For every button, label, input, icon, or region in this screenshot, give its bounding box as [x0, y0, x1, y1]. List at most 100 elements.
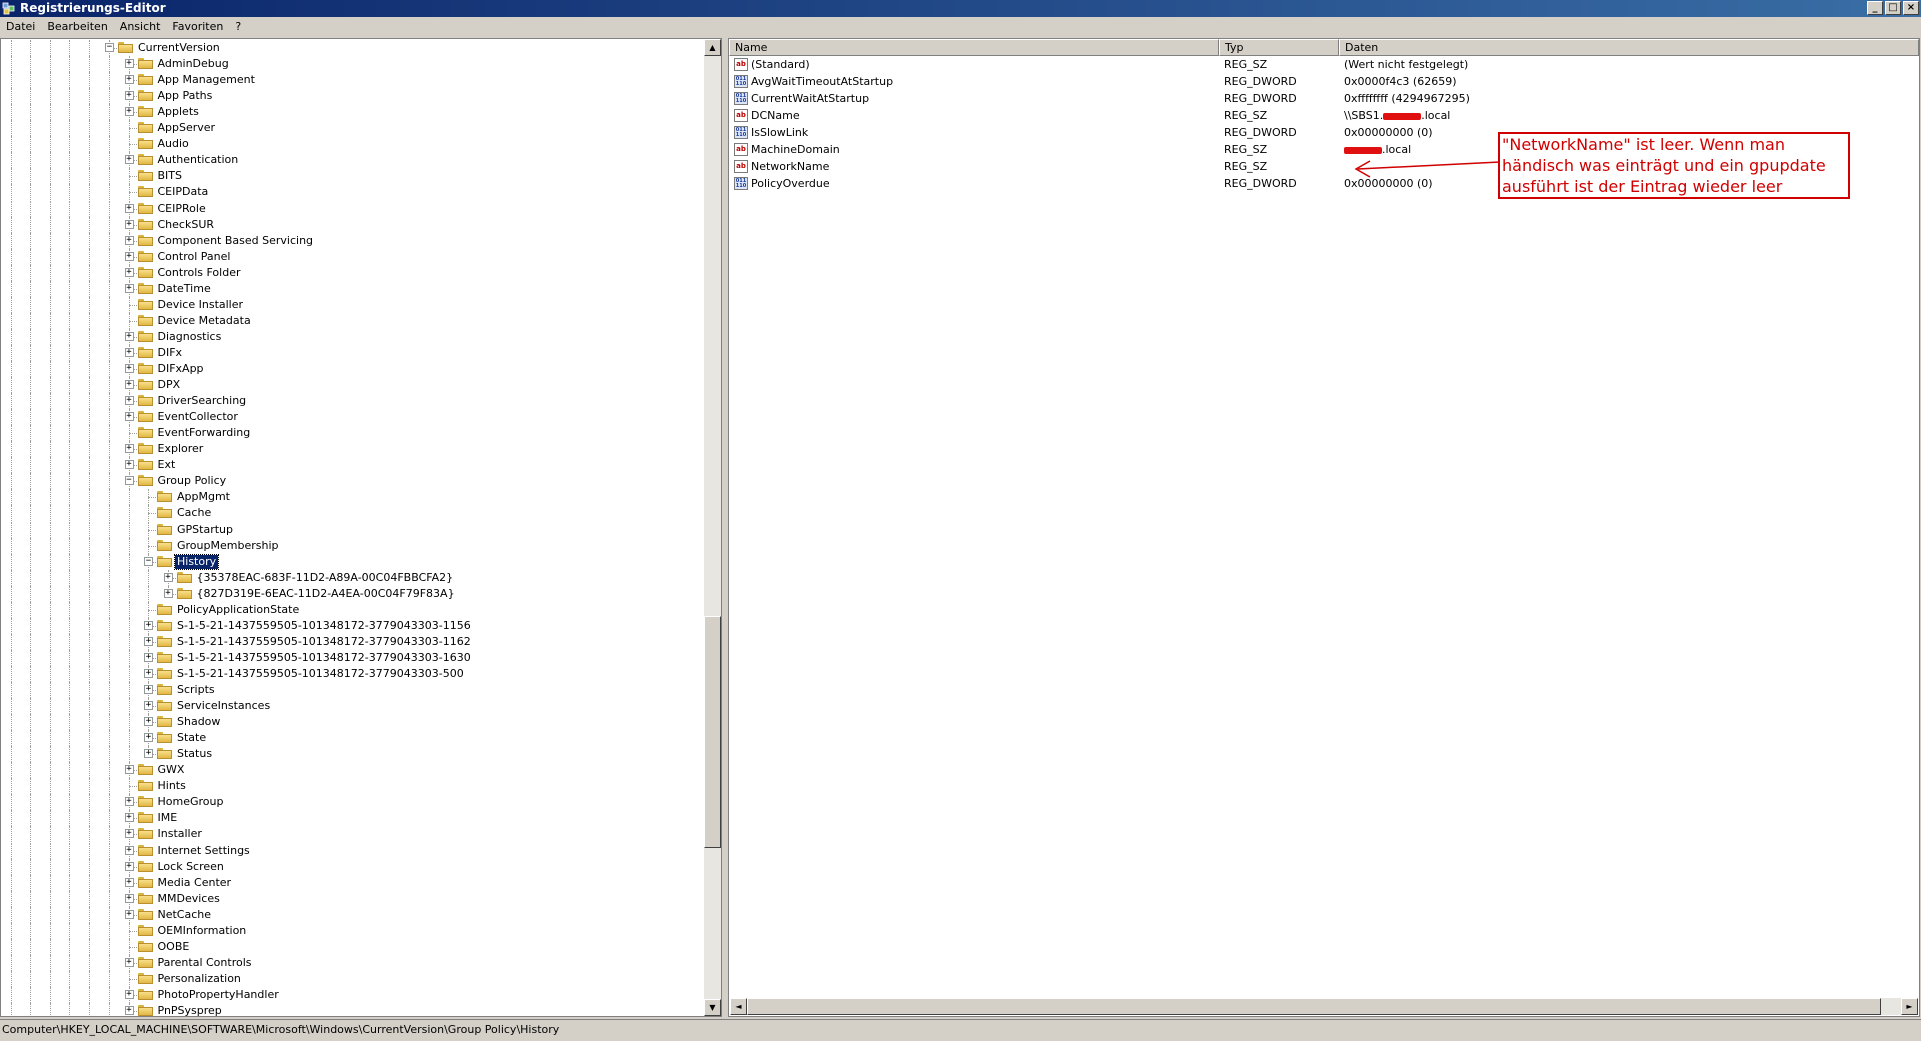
- tree-item[interactable]: + App Paths: [1, 88, 705, 105]
- tree-item[interactable]: + DPX: [1, 377, 705, 394]
- tree-item[interactable]: GPStartup: [1, 521, 705, 538]
- expand-icon[interactable]: +: [124, 331, 134, 341]
- tree-item[interactable]: Device Installer: [1, 296, 705, 313]
- menu-bearbeiten[interactable]: Bearbeiten: [41, 18, 113, 36]
- tree-item[interactable]: − Group Policy: [1, 473, 705, 490]
- expand-icon[interactable]: +: [144, 668, 153, 678]
- maximize-button[interactable]: □: [1885, 1, 1901, 15]
- tree-item[interactable]: PolicyApplicationState: [1, 601, 705, 618]
- expand-icon[interactable]: +: [124, 235, 134, 245]
- tree-item[interactable]: + CheckSUR: [1, 216, 705, 233]
- tree-item[interactable]: − History: [1, 553, 705, 570]
- tree-item[interactable]: + Control Panel: [1, 248, 705, 265]
- tree-item[interactable]: + Status: [1, 746, 705, 763]
- expand-icon[interactable]: +: [124, 91, 134, 101]
- tree-item[interactable]: + Parental Controls: [1, 954, 705, 971]
- tree-vertical-scrollbar[interactable]: ▲ ▼: [704, 39, 721, 1016]
- tree-item[interactable]: AppServer: [1, 120, 705, 137]
- expand-icon[interactable]: +: [124, 861, 134, 871]
- expand-icon[interactable]: +: [124, 219, 134, 229]
- expand-icon[interactable]: +: [124, 813, 134, 823]
- expand-icon[interactable]: +: [144, 733, 153, 743]
- expand-icon[interactable]: +: [163, 572, 173, 582]
- column-header-type[interactable]: Typ: [1219, 39, 1339, 56]
- expand-icon[interactable]: +: [124, 283, 134, 293]
- expand-icon[interactable]: +: [124, 909, 134, 919]
- tree-item[interactable]: + Lock Screen: [1, 858, 705, 875]
- tree-item[interactable]: + Internet Settings: [1, 842, 705, 859]
- tree-item[interactable]: + Diagnostics: [1, 328, 705, 345]
- tree-item[interactable]: + PnPSysprep: [1, 1003, 705, 1016]
- tree-item[interactable]: + Shadow: [1, 714, 705, 731]
- expand-icon[interactable]: +: [144, 620, 153, 630]
- tree-item[interactable]: EventForwarding: [1, 425, 705, 442]
- tree-item[interactable]: + DIFx: [1, 344, 705, 361]
- tree-item[interactable]: + DIFxApp: [1, 361, 705, 377]
- list-horizontal-scrollbar[interactable]: ◄ ►: [730, 998, 1918, 1015]
- menu-help[interactable]: ?: [229, 18, 247, 36]
- tree-item[interactable]: + App Management: [1, 72, 705, 89]
- tree-item[interactable]: + NetCache: [1, 906, 705, 923]
- expand-icon[interactable]: +: [124, 877, 134, 887]
- tree-item[interactable]: + Component Based Servicing: [1, 232, 705, 249]
- key-tree-pane[interactable]: − CurrentVersion + AdminDebug + App Managemen…: [0, 38, 722, 1017]
- scroll-up-button[interactable]: ▲: [704, 39, 721, 56]
- expand-icon[interactable]: +: [124, 893, 134, 903]
- tree-item[interactable]: + Media Center: [1, 874, 705, 891]
- scroll-down-button[interactable]: ▼: [704, 999, 721, 1016]
- tree-item[interactable]: + Authentication: [1, 152, 705, 169]
- menu-ansicht[interactable]: Ansicht: [114, 18, 167, 36]
- tree-item[interactable]: CEIPData: [1, 184, 705, 201]
- tree-item[interactable]: + Scripts: [1, 682, 705, 698]
- tree-item[interactable]: + GWX: [1, 762, 705, 779]
- tree-item[interactable]: + EventCollector: [1, 409, 705, 426]
- tree-item[interactable]: + MMDevices: [1, 890, 705, 907]
- expand-icon[interactable]: +: [124, 797, 134, 807]
- expand-icon[interactable]: +: [144, 701, 153, 711]
- expand-icon[interactable]: +: [124, 107, 134, 117]
- expand-icon[interactable]: +: [144, 717, 153, 727]
- tree-item[interactable]: Cache: [1, 505, 705, 522]
- value-row[interactable]: ab DCName REG_SZ \\SBS1. .local: [729, 107, 1919, 124]
- expand-icon[interactable]: +: [124, 347, 134, 357]
- tree-item[interactable]: GroupMembership: [1, 537, 705, 554]
- expand-icon[interactable]: +: [124, 203, 134, 213]
- expand-icon[interactable]: +: [124, 1006, 134, 1015]
- expand-icon[interactable]: +: [124, 989, 134, 999]
- expand-icon[interactable]: +: [124, 251, 134, 261]
- tree-item[interactable]: OOBE: [1, 938, 705, 955]
- tree-item[interactable]: + CEIPRole: [1, 200, 705, 217]
- expand-icon[interactable]: +: [144, 685, 153, 694]
- tree-item[interactable]: + Explorer: [1, 441, 705, 458]
- expand-icon[interactable]: +: [124, 460, 134, 470]
- value-row[interactable]: 011 110 CurrentWaitAtStartup REG_DWORD 0xff…: [729, 90, 1919, 107]
- tree-item[interactable]: + Ext: [1, 457, 705, 474]
- minimize-button[interactable]: _: [1867, 1, 1883, 15]
- column-header-name[interactable]: Name: [729, 39, 1219, 56]
- expand-icon[interactable]: +: [144, 636, 153, 646]
- tree-item[interactable]: + HomeGroup: [1, 794, 705, 811]
- expand-icon[interactable]: +: [144, 652, 153, 662]
- scroll-thumb[interactable]: [704, 616, 721, 848]
- close-button[interactable]: ×: [1903, 1, 1919, 15]
- expand-icon[interactable]: +: [144, 749, 153, 759]
- expand-icon[interactable]: +: [124, 267, 134, 277]
- collapse-icon[interactable]: −: [144, 556, 153, 566]
- tree-item[interactable]: + PhotoPropertyHandler: [1, 986, 705, 1003]
- expand-icon[interactable]: +: [124, 155, 134, 165]
- tree-item[interactable]: Device Metadata: [1, 312, 705, 329]
- tree-item[interactable]: AppMgmt: [1, 489, 705, 506]
- expand-icon[interactable]: +: [124, 380, 134, 390]
- collapse-icon[interactable]: −: [105, 43, 114, 52]
- collapse-icon[interactable]: −: [124, 476, 134, 486]
- value-row[interactable]: 011 110 AvgWaitTimeoutAtStartup REG_DWORD 0…: [729, 73, 1919, 90]
- tree-item[interactable]: + S-1-5-21-1437559505-101348172-377904330…: [1, 617, 705, 634]
- tree-item[interactable]: + ServiceInstances: [1, 698, 705, 715]
- tree-item[interactable]: BITS: [1, 168, 705, 185]
- menu-datei[interactable]: Datei: [0, 18, 41, 36]
- tree-item[interactable]: + Installer: [1, 826, 705, 843]
- tree-item[interactable]: + {35378EAC-683F-11D2-A89A-00C04FBBCFA2}: [1, 569, 705, 586]
- expand-icon[interactable]: +: [124, 364, 134, 373]
- tree-item[interactable]: + S-1-5-21-1437559505-101348172-377904330…: [1, 649, 705, 666]
- expand-icon[interactable]: +: [124, 829, 134, 839]
